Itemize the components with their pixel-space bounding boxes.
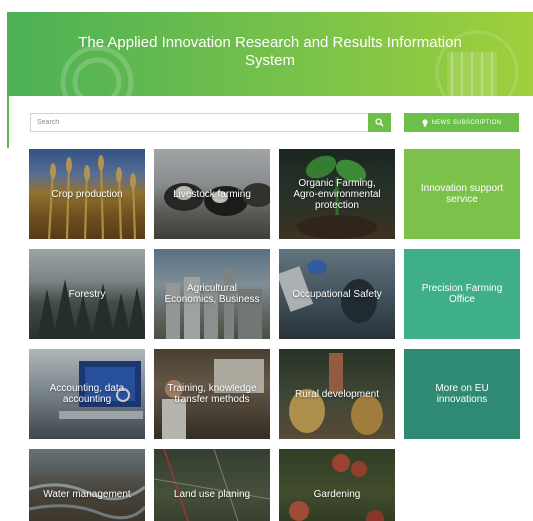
tile-label: Innovation support service: [420, 183, 504, 205]
tile-label: Occupational Safety: [292, 288, 382, 300]
tile-livestock-farming[interactable]: Livestock farming: [154, 149, 270, 239]
tile-rural-development[interactable]: Rural development: [279, 349, 395, 439]
tile-training[interactable]: Training, knowledge transfer methods: [154, 349, 270, 439]
news-subscription-label: NEWS SUBSCRIPTION: [431, 119, 502, 126]
tile-gardening[interactable]: Gardening: [279, 449, 395, 521]
tile-label: Livestock farming: [173, 188, 251, 200]
tile-label: Gardening: [313, 488, 361, 500]
search-icon: [375, 118, 384, 127]
tile-agricultural-economics[interactable]: Agricultural Economics, Business: [154, 249, 270, 339]
muddy-water-image: [29, 483, 145, 520]
apples-image: [289, 454, 384, 521]
tile-precision-farming-office[interactable]: Precision Farming Office: [404, 249, 520, 339]
tile-label: Agricultural Economics, Business: [164, 283, 260, 305]
tile-organic-farming[interactable]: Organic Farming, Agro-environmental prot…: [279, 149, 395, 239]
tile-label: Water management: [43, 488, 131, 500]
divider: [7, 96, 9, 148]
tile-innovation-support-service[interactable]: Innovation support service: [404, 149, 520, 239]
tile-label: Precision Farming Office: [421, 283, 503, 305]
tile-label: Land use planing: [173, 488, 251, 500]
tile-label: Training, knowledge transfer methods: [167, 383, 257, 405]
tile-forestry[interactable]: Forestry: [29, 249, 145, 339]
tile-label: Forestry: [68, 288, 106, 300]
search-button[interactable]: [368, 113, 391, 132]
tile-more-on-eu-innovations[interactable]: More on EU innovations: [404, 349, 520, 439]
tile-occupational-safety[interactable]: Occupational Safety: [279, 249, 395, 339]
page-title: The Applied Innovation Research and Resu…: [78, 34, 462, 69]
tile-crop-production[interactable]: Crop production: [29, 149, 145, 239]
tile-label: Crop production: [51, 188, 123, 200]
tile-label: Rural development: [295, 388, 379, 400]
tile-label: More on EU innovations: [435, 383, 489, 405]
tile-label: Accounting, data accounting: [49, 383, 125, 405]
lightbulb-icon: [422, 118, 428, 127]
tile-accounting[interactable]: Accounting, data accounting: [29, 349, 145, 439]
search-input[interactable]: [30, 113, 368, 132]
tile-water-management[interactable]: Water management: [29, 449, 145, 521]
tile-label: Organic Farming, Agro-environmental prot…: [293, 177, 381, 211]
tile-land-use-planing[interactable]: Land use planing: [154, 449, 270, 521]
news-subscription-button[interactable]: NEWS SUBSCRIPTION: [404, 113, 519, 132]
map-image: [154, 449, 270, 521]
header-banner: The Applied Innovation Research and Resu…: [7, 12, 533, 96]
